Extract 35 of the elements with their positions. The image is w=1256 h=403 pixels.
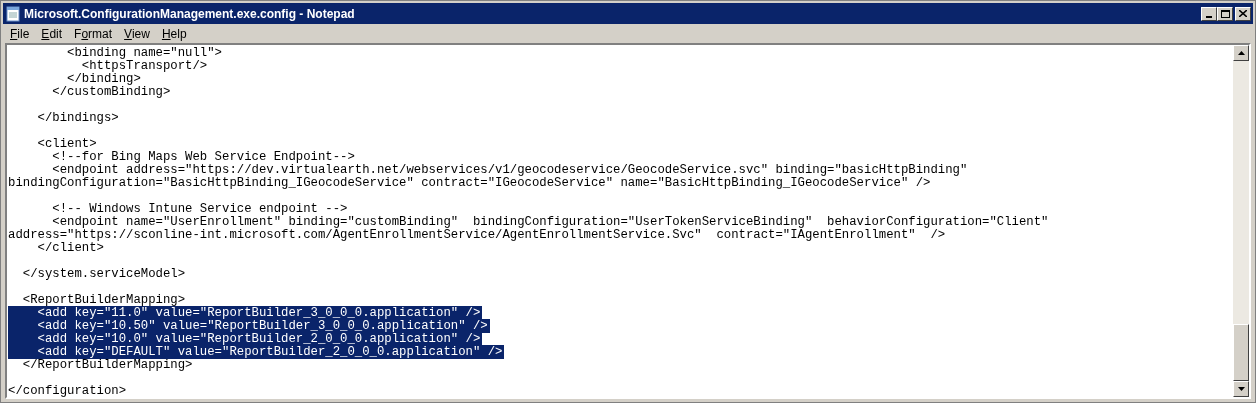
down-arrow-icon (1237, 387, 1245, 391)
menu-item[interactable]: Format (68, 24, 119, 43)
code-line: <binding name="null"> (66, 46, 222, 60)
code-line: address="https://sconline-int.microsoft.com/AgentEnrollmentService/AgentEnrollmentService.Svc" contract="IAgentEnrollment" /> (8, 228, 946, 242)
notepad-icon (5, 5, 21, 22)
code-line: </client> (36, 241, 104, 255)
scroll-down-button[interactable] (1233, 381, 1249, 397)
scroll-thumb[interactable] (1233, 324, 1249, 381)
code-line: <httpsTransport/> (80, 59, 208, 73)
code-line: </configuration> (8, 384, 127, 397)
menu-item[interactable]: Edit (35, 24, 69, 43)
window-title: Microsoft.ConfigurationManagement.exe.config - Notepad (24, 5, 355, 23)
code-line: <ReportBuilderMapping> (21, 293, 186, 307)
code-line: bindingConfiguration="BasicHttpBinding_IGeocodeService" contract="IGeocodeService" name="BasicHttpBinding_IGeocodeService" /> (8, 176, 931, 190)
maximize-button[interactable] (1217, 6, 1233, 21)
code-line: </customBinding> (51, 85, 171, 99)
up-arrow-icon (1237, 51, 1245, 55)
menu-item[interactable]: File (4, 24, 36, 43)
minimize-button[interactable] (1201, 6, 1217, 21)
close-button[interactable] (1235, 6, 1251, 21)
close-icon (1239, 10, 1247, 17)
code-line: </ReportBuilderMapping> (21, 358, 193, 372)
menu-item[interactable]: Help (155, 24, 193, 43)
code-line: <endpoint name="UserEnrollment" binding="customBinding" bindingConfiguration="UserTokenServiceBinding" behaviorConfiguration="Client" (51, 215, 1049, 229)
text-area[interactable] (7, 45, 1233, 397)
code-line: </bindings> (36, 111, 119, 125)
scrollbar[interactable] (1233, 45, 1249, 397)
menu-item[interactable]: View (118, 24, 156, 43)
code-line: </system.serviceModel> (21, 267, 186, 281)
code-line: <client> (36, 137, 97, 151)
code-line: <endpoint address="https://dev.virtualearth.net/webservices/v1/geocodeservice/GeocodeService.svc" binding="basicHttpBinding" (51, 163, 968, 177)
scroll-up-button[interactable] (1233, 45, 1249, 61)
code-line: <!-- Windows Intune Service endpoint --> (51, 202, 348, 216)
code-line: <!--for Bing Maps Web Service Endpoint--> (51, 150, 355, 164)
code-line: </binding> (66, 72, 141, 86)
